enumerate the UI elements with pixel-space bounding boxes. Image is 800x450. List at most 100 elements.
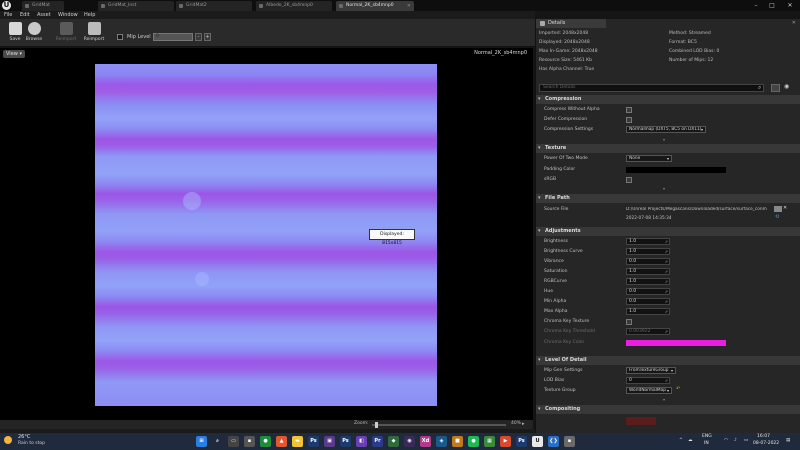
premiere-icon[interactable]: Pr bbox=[372, 436, 383, 447]
details-search-input[interactable]: Search Details bbox=[539, 84, 764, 92]
app-icon-5[interactable]: ■ bbox=[452, 436, 463, 447]
advanced-expand-icon[interactable]: ▾ bbox=[663, 137, 665, 142]
hue-input[interactable]: 0.0 ⇗ bbox=[626, 288, 670, 295]
reimport-disabled-button[interactable]: Reimport bbox=[52, 21, 80, 45]
advanced-expand-icon[interactable]: ▾ bbox=[663, 397, 665, 402]
power-of-two-dropdown[interactable]: None ▾ bbox=[626, 155, 672, 162]
compositing-texture-slot[interactable] bbox=[626, 417, 656, 425]
file-explorer-icon[interactable]: ▬ bbox=[292, 436, 303, 447]
tab-gridmat-inst[interactable]: GridMat_Inst bbox=[98, 1, 174, 11]
photoshop-icon-2[interactable]: Ps bbox=[340, 436, 351, 447]
saturation-input[interactable]: 1.0 ⇗ bbox=[626, 268, 670, 275]
srgb-checkbox[interactable] bbox=[626, 177, 632, 183]
tab-gridmat[interactable]: GridMat bbox=[22, 1, 64, 11]
cloud-icon[interactable]: ☁ bbox=[688, 438, 693, 443]
section-level-of-detail[interactable]: ▾ Level Of Detail bbox=[536, 356, 800, 365]
section-compositing[interactable]: ▾ Compositing bbox=[536, 405, 800, 414]
reset-to-default-icon[interactable]: ↶ bbox=[676, 386, 680, 392]
reimport-button[interactable]: Reimport bbox=[80, 21, 108, 45]
weather-description[interactable]: Rain to stop bbox=[18, 441, 45, 446]
app-icon[interactable]: ▣ bbox=[324, 436, 335, 447]
tab-normal-texture[interactable]: Normal_2K_sb4mnp0 ✕ bbox=[336, 1, 414, 11]
chat-icon[interactable]: ▪ bbox=[244, 436, 255, 447]
weather-temperature[interactable]: 26°C bbox=[18, 434, 30, 440]
adobe-xd-icon[interactable]: Xd bbox=[420, 436, 431, 447]
clear-file-icon[interactable]: ✕ bbox=[783, 205, 787, 211]
menu-file[interactable]: File bbox=[4, 11, 12, 19]
notifications-icon[interactable]: ▤ bbox=[786, 438, 790, 443]
mip-level-input[interactable]: 0 bbox=[153, 33, 193, 41]
app-icon-8[interactable]: ▪ bbox=[564, 436, 575, 447]
tray-overflow-icon[interactable]: ^ bbox=[679, 438, 683, 443]
visual-studio-icon[interactable]: ◧ bbox=[356, 436, 367, 447]
photoshop-icon[interactable]: Ps bbox=[308, 436, 319, 447]
windows-start-icon[interactable]: ⊞ bbox=[196, 436, 207, 447]
volume-icon[interactable]: ♪ bbox=[734, 438, 737, 443]
reimport-file-icon[interactable]: ⟲ bbox=[775, 214, 779, 220]
wifi-icon[interactable]: ◠ bbox=[724, 438, 728, 443]
menu-help[interactable]: Help bbox=[84, 11, 95, 19]
brave-icon[interactable]: ▲ bbox=[276, 436, 287, 447]
app-icon-3[interactable]: ◉ bbox=[404, 436, 415, 447]
unreal-engine-icon[interactable]: U bbox=[532, 436, 543, 447]
menu-edit[interactable]: Edit bbox=[20, 11, 30, 19]
zoom-slider-thumb[interactable] bbox=[374, 422, 378, 428]
view-options-eye-icon[interactable]: ◉ bbox=[784, 83, 789, 90]
browse-file-button[interactable] bbox=[774, 206, 782, 212]
app-icon-2[interactable]: ◆ bbox=[388, 436, 399, 447]
menu-asset[interactable]: Asset bbox=[37, 11, 51, 19]
app-icon-6[interactable]: ▦ bbox=[484, 436, 495, 447]
spotify-icon[interactable]: ● bbox=[468, 436, 479, 447]
section-adjustments[interactable]: ▾ Adjustments bbox=[536, 227, 800, 236]
vibrance-input[interactable]: 0.0 ⇗ bbox=[626, 258, 670, 265]
battery-icon[interactable]: ▭ bbox=[744, 438, 748, 443]
zoom-slider[interactable] bbox=[372, 424, 506, 426]
max-alpha-input[interactable]: 1.0 ⇗ bbox=[626, 308, 670, 315]
task-view-icon[interactable]: ▭ bbox=[228, 436, 239, 447]
mip-level-checkbox[interactable] bbox=[117, 34, 123, 40]
mip-level-increment-button[interactable]: + bbox=[204, 33, 211, 41]
zoom-dropdown-icon[interactable]: ▸ bbox=[522, 421, 525, 427]
compression-settings-dropdown[interactable]: Normalmap (DXT5, BC5 on DX11) ▾ bbox=[626, 126, 706, 133]
taskbar-search-icon[interactable]: ⌕ bbox=[212, 436, 223, 447]
tab-gridmat2[interactable]: GridMat2 bbox=[176, 1, 252, 11]
section-file-path[interactable]: ▾ File Path bbox=[536, 194, 800, 203]
mip-level-decrement-button[interactable]: - bbox=[195, 33, 202, 41]
view-options-button[interactable]: View ▾ bbox=[3, 50, 25, 58]
chroma-key-texture-checkbox[interactable] bbox=[626, 319, 632, 325]
texture-group-dropdown[interactable]: WorldNormalMap ▾ bbox=[626, 387, 672, 394]
brightness-curve-input[interactable]: 1.0 ⇗ bbox=[626, 248, 670, 255]
compress-without-alpha-checkbox[interactable] bbox=[626, 107, 632, 113]
section-compression[interactable]: ▾ Compression bbox=[536, 95, 800, 104]
app-icon-4[interactable]: ◈ bbox=[436, 436, 447, 447]
clock-date[interactable]: 08-07-2022 bbox=[753, 441, 779, 446]
minimize-button[interactable]: – bbox=[750, 0, 762, 11]
vscode-icon[interactable]: ❮❯ bbox=[548, 436, 559, 447]
clock-time[interactable]: 16:07 bbox=[757, 434, 770, 439]
brightness-input[interactable]: 1.0 ⇗ bbox=[626, 238, 670, 245]
language-top[interactable]: ENG bbox=[702, 434, 712, 439]
tab-details[interactable]: Details bbox=[536, 19, 606, 28]
language-bottom[interactable]: IN bbox=[704, 441, 709, 446]
close-tab-icon[interactable]: ✕ bbox=[407, 1, 411, 11]
rgbcurve-input[interactable]: 1.0 ⇗ bbox=[626, 278, 670, 285]
padding-color-swatch[interactable] bbox=[626, 167, 726, 173]
lod-bias-input[interactable]: 0 ⇗ bbox=[626, 377, 670, 384]
advanced-expand-icon[interactable]: ▾ bbox=[663, 186, 665, 191]
min-alpha-input[interactable]: 0.0 ⇗ bbox=[626, 298, 670, 305]
texture-viewport[interactable]: View ▾ Normal_2K_sb4mnp0 Displayed: 815x… bbox=[0, 48, 533, 420]
chroma-key-color-swatch[interactable] bbox=[626, 340, 726, 346]
defer-compression-checkbox[interactable] bbox=[626, 117, 632, 123]
app-icon-7[interactable]: ▶ bbox=[500, 436, 511, 447]
chrome-icon[interactable]: ● bbox=[260, 436, 271, 447]
close-panel-icon[interactable]: ✕ bbox=[792, 20, 796, 26]
maximize-button[interactable]: □ bbox=[766, 0, 778, 11]
tab-albedo-texture[interactable]: Albedo_2K_sb4mnp0 bbox=[256, 1, 332, 11]
menu-window[interactable]: Window bbox=[58, 11, 78, 19]
property-matrix-button[interactable] bbox=[771, 84, 780, 92]
photoshop-icon-3[interactable]: Ps bbox=[516, 436, 527, 447]
mip-gen-settings-dropdown[interactable]: FromTextureGroup ▾ bbox=[626, 367, 676, 374]
close-window-button[interactable]: ✕ bbox=[784, 0, 796, 11]
section-texture[interactable]: ▾ Texture bbox=[536, 144, 800, 153]
browse-button[interactable]: Browse bbox=[20, 21, 48, 45]
